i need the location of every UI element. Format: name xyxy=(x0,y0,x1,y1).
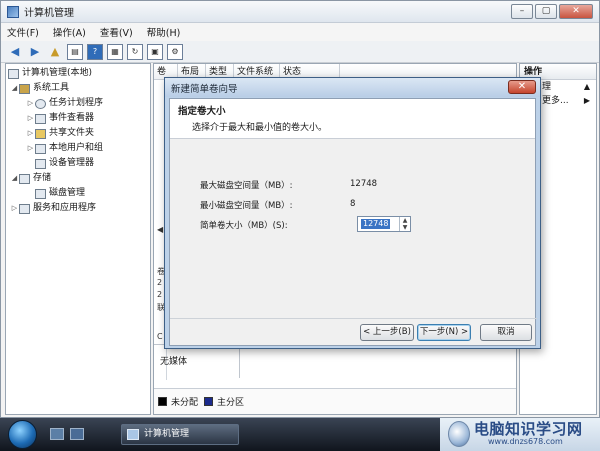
menu-view[interactable]: 查看(V) xyxy=(100,25,133,39)
volume-size-row: 简单卷大小（MB）(S): xyxy=(200,219,350,231)
tools-icon xyxy=(19,83,30,94)
storage-icon xyxy=(19,173,30,184)
properties-icon[interactable]: ▦ xyxy=(107,43,123,60)
strip-text: 2 xyxy=(157,290,163,299)
window-controls: – ▢ ✕ xyxy=(511,4,593,19)
users-icon xyxy=(35,143,46,154)
console-tree: 计算机管理(本地) ◢ 系统工具 ▷ 任务计划程序 ▷ 事件查看器 ▷ 共享文件… xyxy=(5,63,151,415)
back-button[interactable]: < 上一步(B) xyxy=(360,324,414,341)
max-space-row: 最大磁盘空间量（MB）: 12748 xyxy=(200,179,377,191)
next-button[interactable]: 下一步(N) > xyxy=(417,324,471,341)
strip-text: 2 xyxy=(157,278,163,287)
minimize-button[interactable]: – xyxy=(511,4,533,19)
legend-unallocated: 未分配 xyxy=(171,398,199,408)
submenu-arrow-icon: ▶ xyxy=(583,96,590,105)
volume-size-stepper[interactable]: 12748 ▲ ▼ xyxy=(357,216,411,232)
min-space-row: 最小磁盘空间量（MB）: 8 xyxy=(200,199,355,211)
settings-icon[interactable]: ⚙ xyxy=(167,43,183,60)
spin-arrows-icon[interactable]: ▲ ▼ xyxy=(399,217,410,231)
event-viewer-icon xyxy=(35,113,46,124)
window-title: 计算机管理 xyxy=(24,8,74,19)
show-hide-tree-icon[interactable]: ▤ xyxy=(67,43,83,60)
max-space-value: 12748 xyxy=(350,179,378,189)
taskbar-item-computer-management[interactable]: 计算机管理 xyxy=(121,424,239,445)
menu-action[interactable]: 操作(A) xyxy=(53,25,86,39)
computer-management-icon xyxy=(7,5,19,18)
start-button[interactable] xyxy=(8,420,37,449)
taskbar: 计算机管理 电脑知识学习网 www.dnzs678.com xyxy=(0,418,600,451)
tree-item-local-users[interactable]: ▷ 本地用户和组 xyxy=(6,141,150,156)
help-icon[interactable]: ? xyxy=(87,43,103,60)
tree-item-storage[interactable]: ◢ 存储 xyxy=(6,171,150,186)
volume-size-label: 简单卷大小（MB）(S): xyxy=(200,221,288,231)
min-space-label: 最小磁盘空间量（MB）: xyxy=(200,201,293,211)
expand-arrow-icon[interactable]: ▷ xyxy=(26,141,35,156)
switch-windows-icon[interactable] xyxy=(70,428,84,440)
up-folder-icon[interactable]: ▲ xyxy=(47,44,63,60)
collapse-arrow-icon[interactable]: ◢ xyxy=(10,171,19,186)
menu-file[interactable]: 文件(F) xyxy=(7,25,39,39)
tree-item-task-scheduler[interactable]: ▷ 任务计划程序 xyxy=(6,96,150,111)
back-arrow-icon[interactable]: ◀ xyxy=(7,44,23,60)
wizard-header: 指定卷大小 选择介于最大和最小值的卷大小。 xyxy=(170,99,535,139)
watermark-url: www.dnzs678.com xyxy=(488,437,563,446)
wizard-title-bar[interactable]: 新建简单卷向导 xyxy=(165,78,540,97)
wizard-separator xyxy=(170,318,537,319)
title-bar[interactable]: 计算机管理 – ▢ ✕ xyxy=(1,1,599,23)
legend-bar: 未分配 主分区 xyxy=(154,388,516,414)
wizard-heading: 指定卷大小 xyxy=(178,106,226,117)
wizard-title: 新建简单卷向导 xyxy=(171,83,238,95)
toolbar: ◀ ▶ ▲ ▤ ? ▦ ↻ ▣ ⚙ xyxy=(1,41,599,63)
primary-swatch xyxy=(204,397,214,406)
wizard-subheading: 选择介于最大和最小值的卷大小。 xyxy=(192,123,328,133)
watermark-text: 电脑知识学习网 xyxy=(474,420,583,438)
computer-management-icon xyxy=(127,429,139,440)
new-simple-volume-wizard: 新建简单卷向导 ✕ 指定卷大小 选择介于最大和最小值的卷大小。 最大磁盘空间量（… xyxy=(164,77,541,349)
tree-item-services-apps[interactable]: ▷ 服务和应用程序 xyxy=(6,201,150,216)
shared-folder-icon xyxy=(35,128,46,139)
wizard-body: 指定卷大小 选择介于最大和最小值的卷大小。 最大磁盘空间量（MB）: 12748… xyxy=(169,98,537,346)
wizard-close-button[interactable]: ✕ xyxy=(508,80,536,94)
close-button[interactable]: ✕ xyxy=(559,4,593,19)
volume-size-input[interactable]: 12748 xyxy=(361,219,391,229)
tree-item-system-tools[interactable]: ◢ 系统工具 xyxy=(6,81,150,96)
tree-item-shared-folders[interactable]: ▷ 共享文件夹 xyxy=(6,126,150,141)
expand-arrow-icon[interactable]: ▷ xyxy=(10,201,19,216)
show-desktop-icon[interactable] xyxy=(50,428,64,440)
services-icon xyxy=(19,203,30,214)
clock-icon xyxy=(35,98,46,109)
expand-arrow-icon[interactable]: ▷ xyxy=(26,126,35,141)
tree-item-disk-management[interactable]: 磁盘管理 xyxy=(6,186,150,201)
collapse-arrow-icon[interactable]: ◢ xyxy=(10,81,19,96)
no-media-label: 无媒体 xyxy=(160,357,188,367)
tree-item-event-viewer[interactable]: ▷ 事件查看器 xyxy=(6,111,150,126)
export-icon[interactable]: ▣ xyxy=(147,43,163,60)
cancel-button[interactable]: 取消 xyxy=(480,324,532,341)
expand-arrow-icon[interactable]: ▷ xyxy=(26,96,35,111)
refresh-icon[interactable]: ↻ xyxy=(127,43,143,60)
computer-icon xyxy=(8,68,19,79)
collapse-arrow-icon[interactable]: ▲ xyxy=(584,80,590,94)
unallocated-swatch xyxy=(158,397,167,406)
legend-primary: 主分区 xyxy=(217,398,245,408)
tree-item-device-manager[interactable]: 设备管理器 xyxy=(6,156,150,171)
tree-root[interactable]: 计算机管理(本地) xyxy=(6,66,150,81)
maximize-button[interactable]: ▢ xyxy=(535,4,557,19)
min-space-value: 8 xyxy=(350,199,356,209)
watermark-logo-icon xyxy=(448,421,470,447)
max-space-label: 最大磁盘空间量（MB）: xyxy=(200,181,293,191)
strip-text: C xyxy=(157,332,163,341)
watermark-overlay: 电脑知识学习网 www.dnzs678.com xyxy=(440,418,600,451)
device-manager-icon xyxy=(35,158,46,169)
scroll-left-arrow-icon[interactable]: ◀ xyxy=(157,225,163,234)
forward-arrow-icon[interactable]: ▶ xyxy=(27,44,43,60)
disk-icon xyxy=(35,188,46,199)
menu-help[interactable]: 帮助(H) xyxy=(147,25,181,39)
menu-bar: 文件(F) 操作(A) 查看(V) 帮助(H) xyxy=(1,23,599,41)
expand-arrow-icon[interactable]: ▷ xyxy=(26,111,35,126)
